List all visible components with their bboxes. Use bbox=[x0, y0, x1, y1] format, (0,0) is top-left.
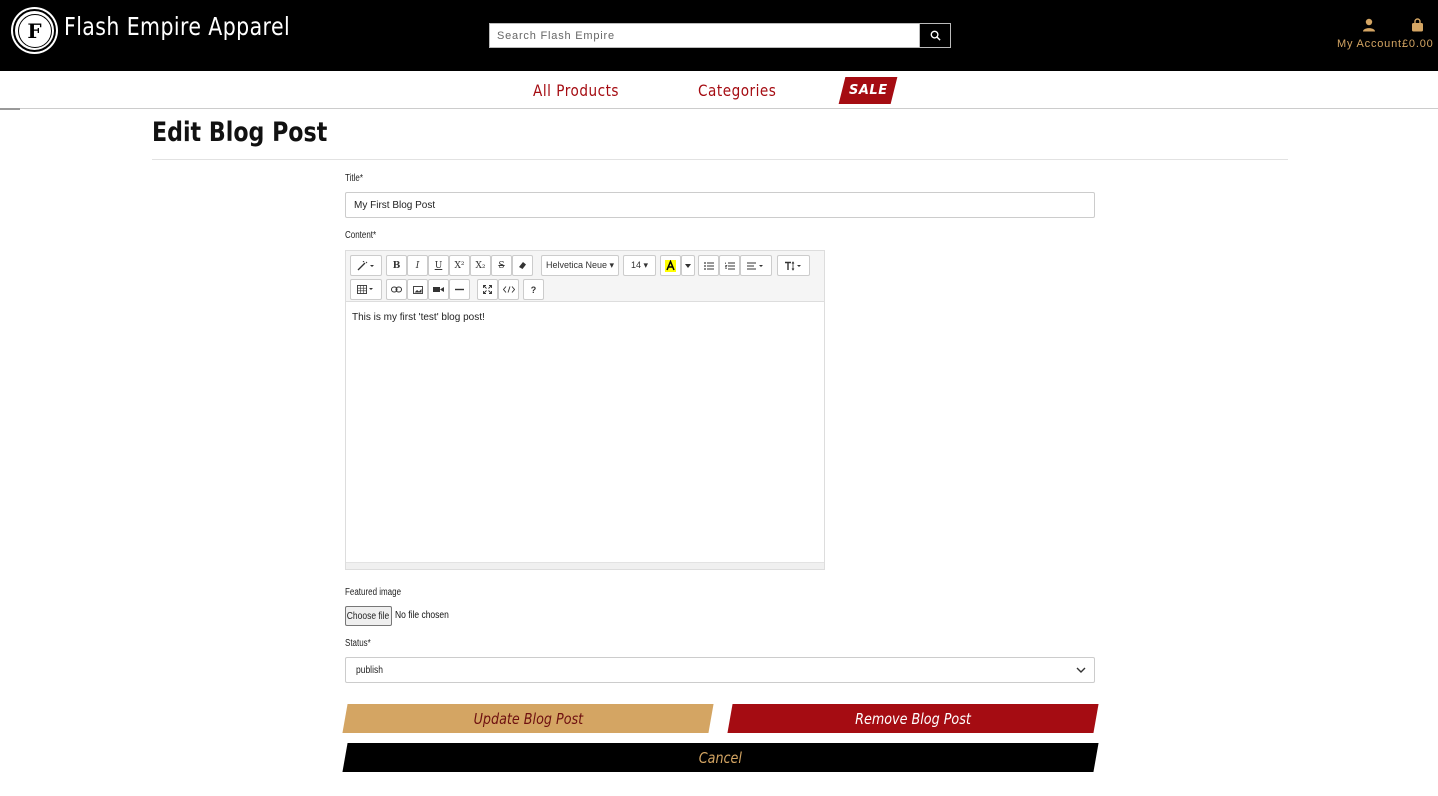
editor-content[interactable]: This is my first 'test' blog post! bbox=[346, 302, 824, 563]
font-family-value: Helvetica Neue ▾ bbox=[545, 260, 615, 270]
italic-button[interactable]: I bbox=[407, 255, 428, 276]
horizontal-rule-button[interactable] bbox=[449, 279, 470, 300]
underline-icon: U bbox=[434, 260, 443, 271]
expand-icon bbox=[483, 285, 492, 294]
fullscreen-button[interactable] bbox=[477, 279, 498, 300]
unordered-list-button[interactable] bbox=[698, 255, 719, 276]
update-label: Update Blog Post bbox=[473, 709, 583, 728]
caret-down-icon bbox=[685, 263, 691, 268]
status-value: publish bbox=[356, 664, 383, 676]
divider bbox=[0, 108, 20, 110]
line-height-dropdown[interactable] bbox=[777, 255, 810, 276]
insert-image-button[interactable] bbox=[407, 279, 428, 300]
nav-categories[interactable]: Categories bbox=[698, 81, 776, 100]
content-label: Content* bbox=[345, 230, 377, 241]
rich-text-editor: B I U X² X₂ S Helvetica Neue ▾ 14 ▾ ? Th… bbox=[345, 250, 825, 570]
featured-image-label: Featured image bbox=[345, 587, 402, 598]
chevron-down-icon bbox=[1076, 667, 1086, 673]
status-select[interactable]: publish bbox=[345, 657, 1095, 683]
cart-total: £0.00 bbox=[1402, 38, 1434, 50]
sale-label: SALE bbox=[848, 83, 888, 98]
font-family-dropdown[interactable]: Helvetica Neue ▾ bbox=[541, 255, 619, 276]
subscript-icon: X₂ bbox=[475, 260, 486, 271]
cart-link[interactable]: £0.00 bbox=[1402, 18, 1434, 50]
user-icon bbox=[1363, 18, 1376, 32]
shopping-bag-icon bbox=[1412, 18, 1424, 32]
cancel-button[interactable]: Cancel bbox=[342, 743, 1099, 772]
my-account-label: My Account bbox=[1337, 38, 1402, 50]
subscript-button[interactable]: X₂ bbox=[470, 255, 491, 276]
superscript-button[interactable]: X² bbox=[449, 255, 470, 276]
title-divider bbox=[152, 159, 1288, 160]
page-title: Edit Blog Post bbox=[152, 117, 328, 148]
paragraph-align-dropdown[interactable] bbox=[740, 255, 772, 276]
cancel-label: Cancel bbox=[698, 748, 743, 767]
eraser-icon bbox=[519, 262, 526, 269]
editor-toolbar: B I U X² X₂ S Helvetica Neue ▾ 14 ▾ ? bbox=[346, 251, 824, 302]
remove-label: Remove Blog Post bbox=[855, 709, 971, 728]
line-height-icon bbox=[784, 260, 801, 271]
insert-link-button[interactable] bbox=[386, 279, 407, 300]
editor-resize-bar[interactable] bbox=[346, 562, 824, 569]
table-icon bbox=[357, 285, 373, 294]
code-view-button[interactable] bbox=[498, 279, 519, 300]
insert-video-button[interactable] bbox=[428, 279, 449, 300]
ordered-list-button[interactable] bbox=[719, 255, 740, 276]
table-dropdown[interactable] bbox=[350, 279, 382, 300]
font-size-value: 14 ▾ bbox=[630, 260, 649, 270]
video-icon bbox=[433, 287, 444, 292]
strikethrough-icon: S bbox=[498, 260, 505, 271]
status-label: Status* bbox=[345, 638, 371, 649]
title-label: Title* bbox=[345, 173, 363, 184]
search-button[interactable] bbox=[919, 23, 951, 48]
choose-file-label: Choose file bbox=[347, 610, 390, 622]
strikethrough-button[interactable]: S bbox=[491, 255, 512, 276]
minus-icon bbox=[455, 288, 464, 291]
search-input[interactable] bbox=[489, 23, 919, 48]
choose-file-button[interactable]: Choose file bbox=[345, 606, 392, 626]
remove-blog-post-button[interactable]: Remove Blog Post bbox=[727, 704, 1099, 733]
code-icon bbox=[502, 286, 515, 293]
my-account-link[interactable]: My Account bbox=[1337, 18, 1402, 50]
help-icon: ? bbox=[530, 284, 537, 295]
bold-button[interactable]: B bbox=[386, 255, 407, 276]
brand-name[interactable]: Flash Empire Apparel bbox=[64, 12, 290, 41]
image-icon bbox=[412, 285, 423, 294]
nav-all-products[interactable]: All Products bbox=[533, 81, 619, 100]
underline-button[interactable]: U bbox=[428, 255, 449, 276]
bullet-list-icon bbox=[703, 261, 714, 270]
logo-letter: F bbox=[17, 13, 52, 48]
text-color-icon bbox=[665, 259, 676, 272]
text-color-button[interactable] bbox=[660, 255, 681, 276]
clear-format-button[interactable] bbox=[512, 255, 533, 276]
align-left-icon bbox=[747, 261, 763, 270]
magic-wand-icon bbox=[357, 260, 374, 270]
numbered-list-icon bbox=[724, 262, 735, 269]
bold-icon: B bbox=[392, 260, 401, 271]
file-status: No file chosen bbox=[395, 610, 449, 621]
font-size-dropdown[interactable]: 14 ▾ bbox=[623, 255, 656, 276]
magic-style-button[interactable] bbox=[350, 255, 382, 276]
link-icon bbox=[391, 286, 402, 293]
search-icon bbox=[930, 30, 941, 41]
header: F Flash Empire Apparel My Account £0.00 bbox=[0, 0, 1438, 71]
update-blog-post-button[interactable]: Update Blog Post bbox=[342, 704, 714, 733]
help-button[interactable]: ? bbox=[523, 279, 544, 300]
logo-icon[interactable]: F bbox=[13, 9, 56, 52]
search-bar bbox=[489, 23, 951, 48]
title-input[interactable] bbox=[345, 192, 1095, 218]
text-color-dropdown[interactable] bbox=[681, 255, 695, 276]
nav-sale[interactable]: SALE bbox=[838, 77, 898, 104]
superscript-icon: X² bbox=[454, 260, 465, 271]
italic-icon: I bbox=[415, 260, 420, 271]
